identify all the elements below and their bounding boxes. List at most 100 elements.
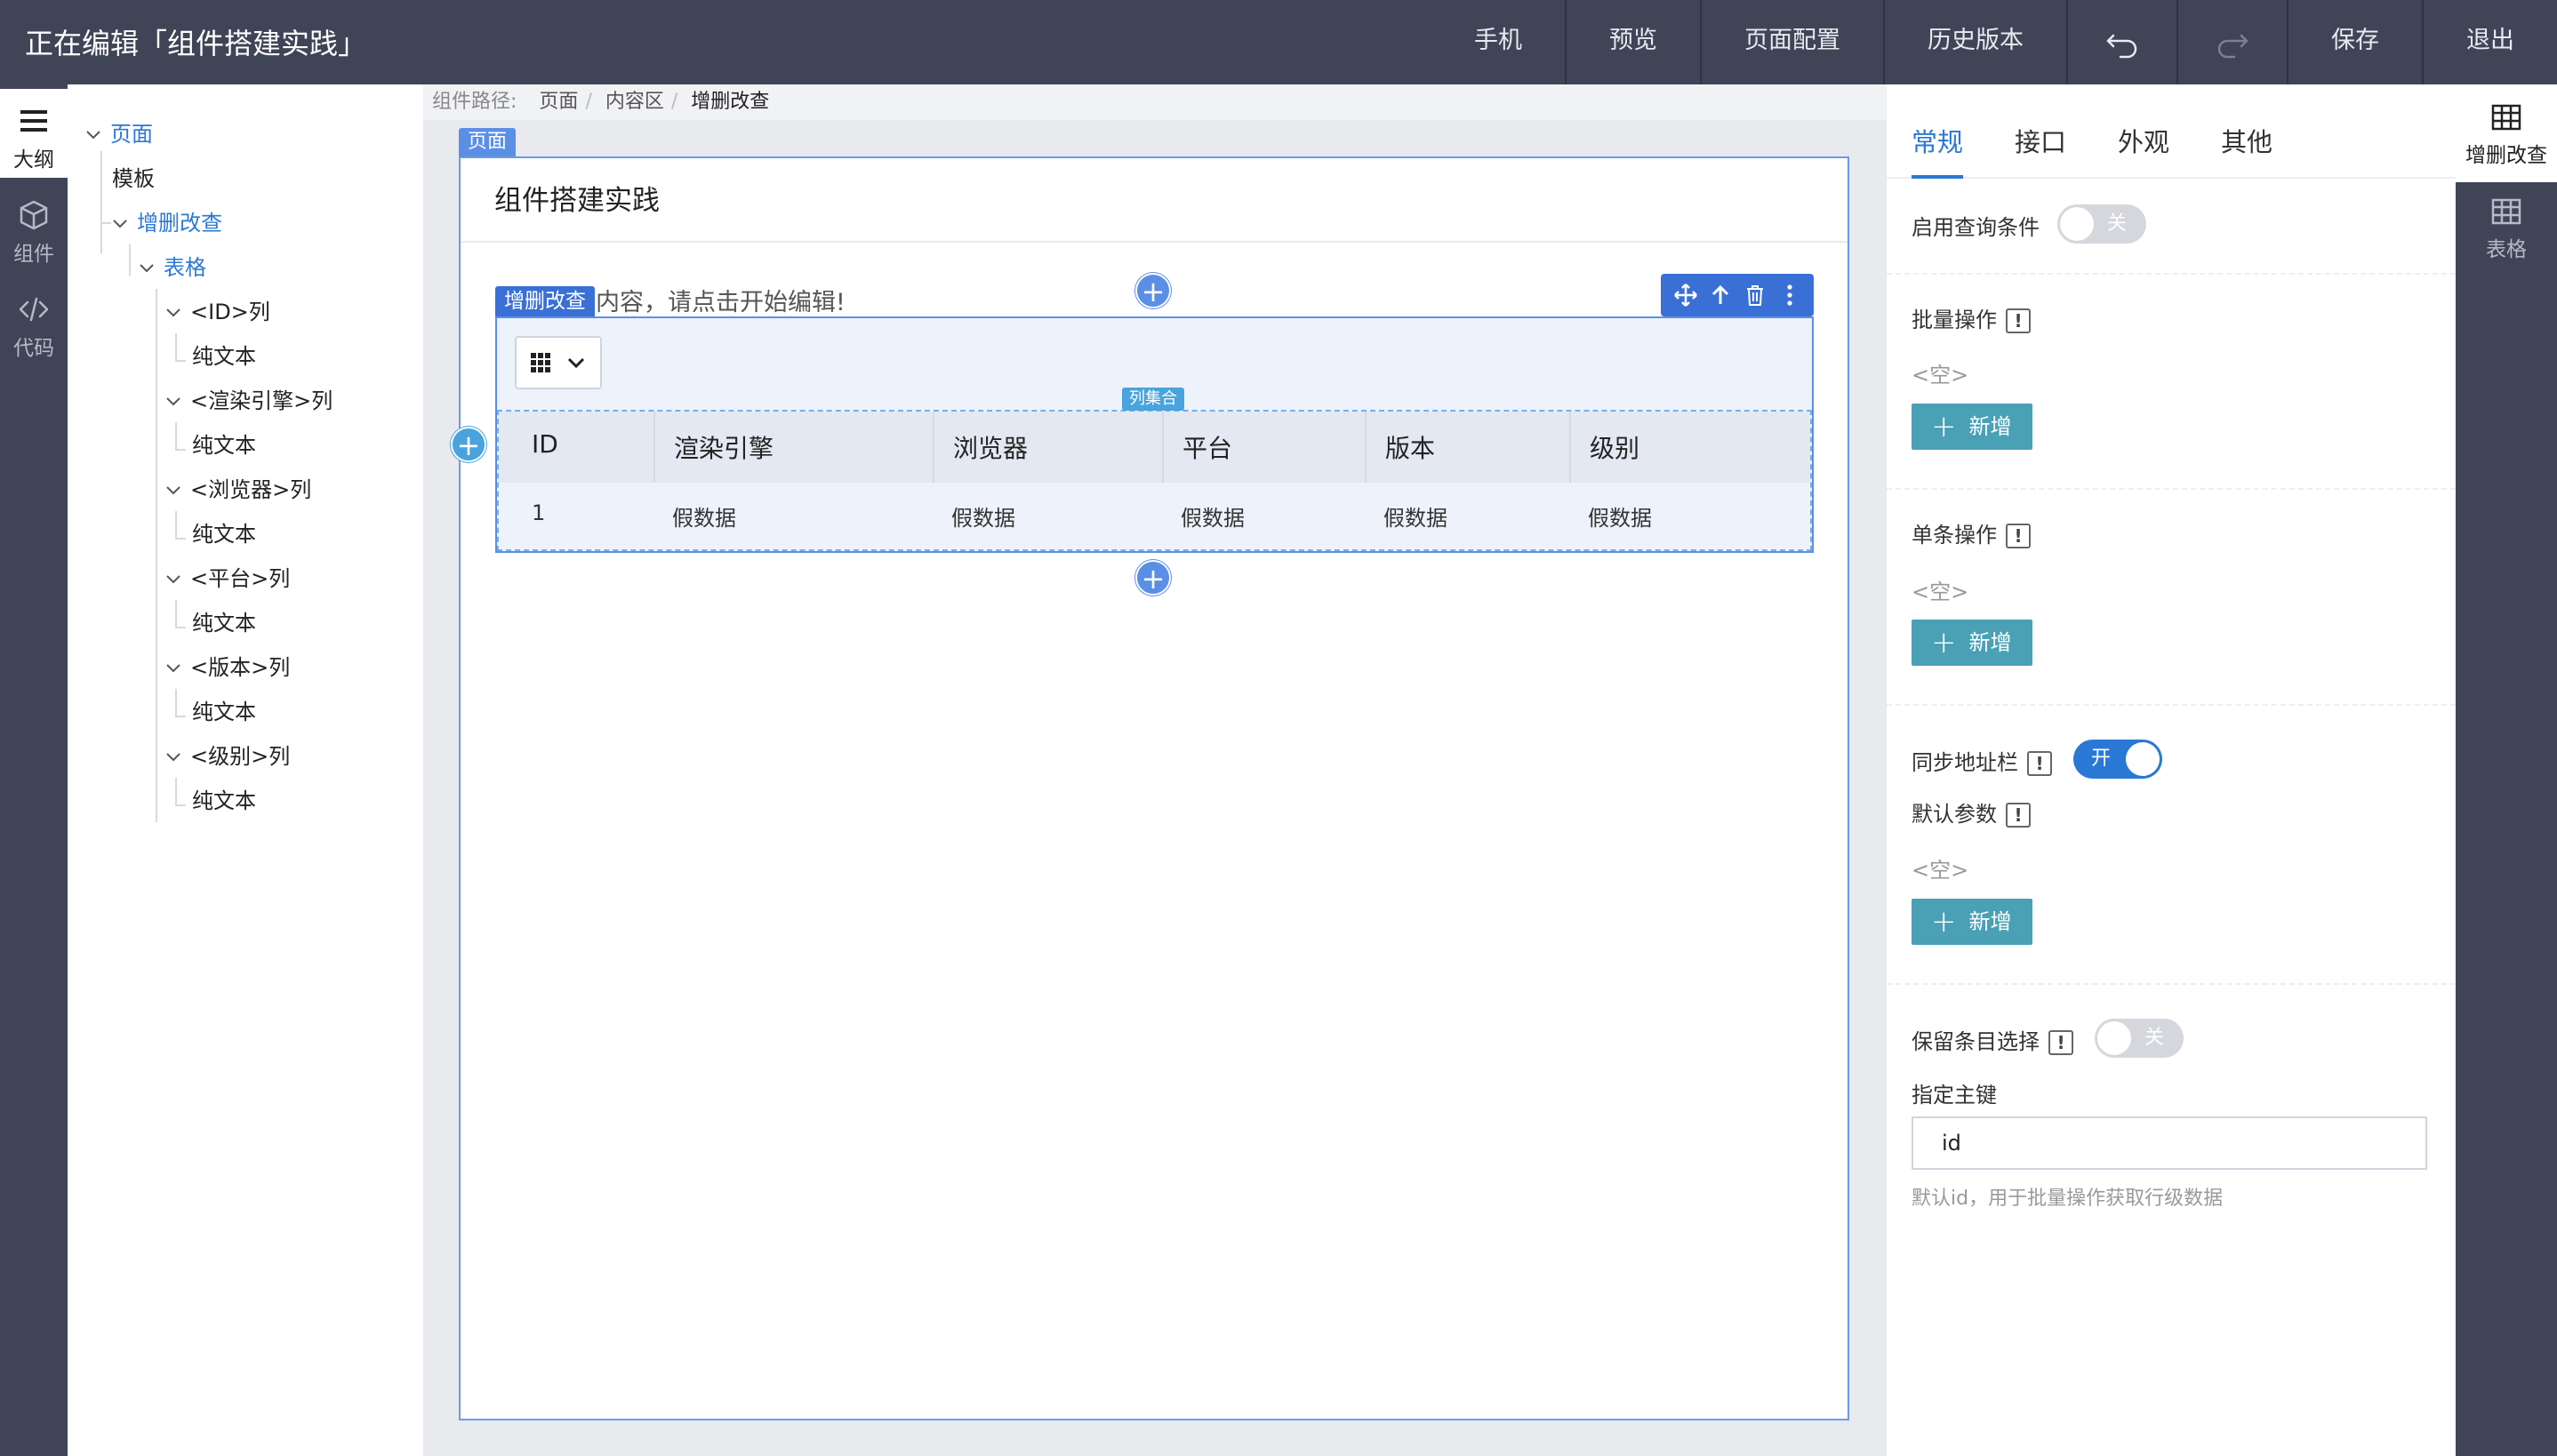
column-header-platform[interactable]: 平台 xyxy=(1182,429,1232,465)
exit-button[interactable]: 退出 xyxy=(2422,0,2557,84)
insert-column-button[interactable]: + xyxy=(451,427,486,462)
item-actions-label: 单条操作! xyxy=(1912,517,2031,548)
tab-other[interactable]: 其他 xyxy=(2221,122,2272,159)
outline-node-text[interactable]: 纯文本 xyxy=(192,512,256,556)
outline-node-text[interactable]: 纯文本 xyxy=(192,423,256,468)
history-button[interactable]: 历史版本 xyxy=(1883,0,2066,84)
chevron-down-icon[interactable] xyxy=(165,468,190,512)
info-icon[interactable]: ! xyxy=(2006,524,2031,548)
code-icon xyxy=(19,297,49,322)
chevron-down-icon[interactable] xyxy=(165,734,190,779)
info-icon[interactable]: ! xyxy=(2006,308,2031,333)
chevron-down-icon[interactable] xyxy=(112,201,137,245)
tab-general[interactable]: 常规 xyxy=(1912,122,1963,159)
insert-below-button[interactable]: + xyxy=(1135,560,1171,596)
outline-node-text[interactable]: 纯文本 xyxy=(192,779,256,823)
outline-node-label: <版本>列 xyxy=(190,655,291,680)
column-toggle-dropdown[interactable] xyxy=(515,336,602,389)
sync-location-label-text: 同步地址栏 xyxy=(1912,750,2018,775)
outline-node-column[interactable]: <渲染引擎>列 xyxy=(165,379,333,423)
table-cell[interactable]: 假数据 xyxy=(1588,500,1652,532)
trash-icon[interactable] xyxy=(1743,283,1767,308)
outline-node-column[interactable]: <浏览器>列 xyxy=(165,468,311,512)
grid-icon xyxy=(531,353,550,372)
default-params-add-button[interactable]: + 新增 xyxy=(1912,899,2032,945)
redo-button[interactable] xyxy=(2176,0,2287,84)
column-set-tag[interactable]: 列集合 xyxy=(1122,388,1184,411)
column-header-id[interactable]: ID xyxy=(532,429,558,459)
chevron-down-icon[interactable] xyxy=(165,556,190,601)
property-tabs xyxy=(1887,84,2456,179)
right-rail-crud[interactable]: 增删改查 xyxy=(2456,84,2557,182)
outline-node-crud[interactable]: 增删改查 xyxy=(112,201,222,245)
tree-guide xyxy=(175,804,186,806)
components-tab[interactable]: 组件 xyxy=(0,187,68,276)
info-icon[interactable]: ! xyxy=(2006,803,2031,828)
breadcrumb-item[interactable]: 页面 xyxy=(539,91,578,113)
primary-key-input[interactable] xyxy=(1912,1116,2427,1170)
tree-guide xyxy=(175,600,177,627)
chevron-down-icon[interactable] xyxy=(165,379,190,423)
info-icon[interactable]: ! xyxy=(2027,751,2052,776)
bulk-actions-label-text: 批量操作 xyxy=(1912,308,1997,332)
keep-selection-toggle[interactable]: 关 xyxy=(2095,1019,2184,1058)
code-tab[interactable]: 代码 xyxy=(0,281,68,370)
page-tag[interactable]: 页面 xyxy=(459,128,517,156)
column-header-version[interactable]: 版本 xyxy=(1385,429,1435,465)
page-config-button[interactable]: 页面配置 xyxy=(1700,0,1883,84)
table-cell[interactable]: 假数据 xyxy=(672,500,736,532)
undo-button[interactable] xyxy=(2066,0,2176,84)
info-icon[interactable]: ! xyxy=(2048,1030,2073,1055)
column-header-engine[interactable]: 渲染引擎 xyxy=(674,429,774,465)
tab-appearance[interactable]: 外观 xyxy=(2118,122,2169,159)
column-header-grade[interactable]: 级别 xyxy=(1590,429,1639,465)
item-actions-add-button[interactable]: + 新增 xyxy=(1912,620,2032,666)
column-header-browser[interactable]: 浏览器 xyxy=(953,429,1028,465)
chevron-down-icon xyxy=(567,357,585,369)
bulk-actions-add-button[interactable]: + 新增 xyxy=(1912,404,2032,450)
page-title[interactable]: 组件搭建实践 xyxy=(494,178,660,218)
table-icon xyxy=(2491,104,2521,131)
enable-query-toggle[interactable]: 关 xyxy=(2057,204,2146,244)
outline-node-column[interactable]: <级别>列 xyxy=(165,734,290,779)
tab-api[interactable]: 接口 xyxy=(2015,122,2066,159)
right-rail-table[interactable]: 表格 xyxy=(2456,182,2557,280)
save-button[interactable]: 保存 xyxy=(2287,0,2422,84)
tree-guide xyxy=(100,151,102,253)
add-button-label: 新增 xyxy=(1968,909,2012,934)
table-cell[interactable]: 假数据 xyxy=(1181,500,1245,532)
tree-guide xyxy=(175,716,186,717)
more-vertical-icon[interactable] xyxy=(1777,283,1802,308)
chevron-down-icon[interactable] xyxy=(165,645,190,690)
breadcrumb-item[interactable]: 增删改查 xyxy=(691,91,769,113)
outline-node-text[interactable]: 纯文本 xyxy=(192,601,256,645)
sync-location-toggle[interactable]: 开 xyxy=(2073,740,2162,779)
arrow-up-icon[interactable] xyxy=(1708,283,1733,308)
chevron-down-icon[interactable] xyxy=(165,290,190,334)
breadcrumb-separator: / xyxy=(670,91,678,113)
breadcrumb-item[interactable]: 内容区 xyxy=(605,91,664,113)
outline-node-column[interactable]: <版本>列 xyxy=(165,645,290,690)
outline-node-text[interactable]: 纯文本 xyxy=(192,690,256,734)
plus-icon: + xyxy=(1931,625,1957,660)
table-cell[interactable]: 假数据 xyxy=(1383,500,1447,532)
insert-above-button[interactable]: + xyxy=(1135,273,1171,308)
outline-node-table[interactable]: 表格 xyxy=(139,245,206,290)
move-icon[interactable] xyxy=(1673,283,1698,308)
outline-node-page[interactable]: 页面 xyxy=(85,112,153,156)
outline-node-template[interactable]: 模板 xyxy=(112,156,155,201)
mobile-button[interactable]: 手机 xyxy=(1431,0,1565,84)
crud-tag[interactable]: 增删改查 xyxy=(495,286,595,316)
chevron-down-icon[interactable] xyxy=(85,112,110,156)
chevron-down-icon[interactable] xyxy=(139,245,164,290)
outline-node-column[interactable]: <平台>列 xyxy=(165,556,290,601)
editor-title: 正在编辑「组件搭建实践」 xyxy=(25,27,367,60)
preview-button[interactable]: 预览 xyxy=(1565,0,1700,84)
outline-node-column[interactable]: <ID>列 xyxy=(165,290,270,334)
outline-node-label: 纯文本 xyxy=(192,344,256,369)
table-cell[interactable]: 假数据 xyxy=(951,500,1015,532)
outline-node-text[interactable]: 纯文本 xyxy=(192,334,256,379)
add-button-label: 新增 xyxy=(1968,630,2012,655)
outline-tab[interactable]: 大纲 xyxy=(0,89,68,178)
table-cell[interactable]: 1 xyxy=(532,500,545,525)
